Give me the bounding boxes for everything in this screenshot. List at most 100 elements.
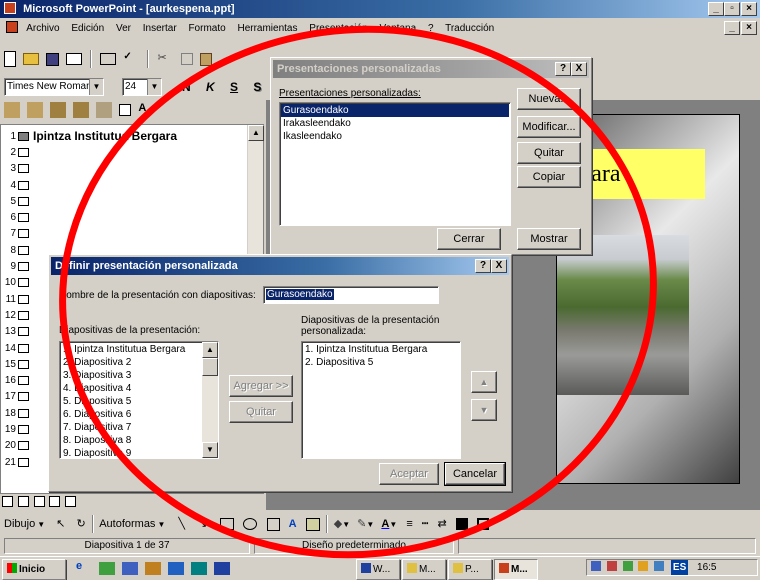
- tray-antivirus-icon[interactable]: [622, 561, 633, 571]
- source-slide-item[interactable]: 9. Diapositiva 9: [61, 447, 217, 460]
- demote-icon[interactable]: [27, 102, 44, 118]
- custom-show-item[interactable]: Gurasoendako: [281, 104, 509, 117]
- outline-view-icon[interactable]: [17, 496, 29, 507]
- source-slide-item[interactable]: 2. Diapositiva 2: [61, 356, 217, 369]
- normal-view-icon[interactable]: [2, 496, 13, 507]
- custom-shows-close-button[interactable]: X: [571, 62, 587, 76]
- app-icon[interactable]: [191, 561, 208, 575]
- source-slide-item[interactable]: 6. Diapositiva 6: [61, 408, 217, 421]
- slide-icon[interactable]: [18, 147, 29, 157]
- target-slide-item[interactable]: 1. Ipintza Institutua Bergara: [303, 343, 459, 356]
- wordart-icon[interactable]: A: [289, 518, 297, 530]
- cancel-button[interactable]: Cancelar: [444, 462, 506, 486]
- slide-icon[interactable]: [18, 196, 29, 206]
- menu-ver[interactable]: Ver: [116, 23, 131, 34]
- slide-icon[interactable]: [18, 131, 29, 141]
- outline-slide-row[interactable]: 5: [3, 193, 263, 209]
- minimize-button[interactable]: _: [708, 2, 724, 16]
- outline-slide-row[interactable]: 4: [3, 177, 263, 193]
- start-button[interactable]: Inicio: [2, 559, 66, 580]
- move-down-button[interactable]: ▼: [471, 399, 497, 421]
- slide-icon[interactable]: [18, 278, 29, 288]
- outlook-icon[interactable]: [122, 561, 139, 575]
- collapse-icon[interactable]: [96, 102, 113, 118]
- scroll-up-icon[interactable]: ▲: [248, 125, 264, 141]
- slide-icon[interactable]: [18, 359, 29, 369]
- ie-icon[interactable]: e: [76, 560, 92, 576]
- outline-slide-title[interactable]: Ipintza Institutua Bergara: [33, 129, 177, 143]
- menu-herramientas[interactable]: Herramientas: [237, 23, 297, 34]
- new-show-button[interactable]: Nueva...: [517, 88, 581, 110]
- open-icon[interactable]: [23, 53, 40, 65]
- move-up-button[interactable]: ▲: [471, 371, 497, 393]
- dash-style-icon[interactable]: ┅: [422, 518, 429, 530]
- show-button[interactable]: Mostrar: [517, 228, 581, 250]
- move-down-icon[interactable]: [73, 102, 90, 118]
- remove-slide-button[interactable]: Quitar: [229, 401, 293, 423]
- slide-icon[interactable]: [18, 457, 29, 467]
- source-slide-item[interactable]: 4. Diapositiva 4: [61, 382, 217, 395]
- slide-icon[interactable]: [18, 343, 29, 353]
- source-slide-item[interactable]: 7. Diapositiva 7: [61, 421, 217, 434]
- slide-icon[interactable]: [18, 424, 29, 434]
- outline-slide-row[interactable]: 3: [3, 161, 263, 177]
- desktop-icon[interactable]: [99, 561, 116, 575]
- copy-show-button[interactable]: Copiar: [517, 166, 581, 188]
- word-icon[interactable]: [214, 561, 231, 575]
- outline-slide-row[interactable]: 7: [3, 226, 263, 242]
- slide-icon[interactable]: [18, 408, 29, 418]
- tray-app-icon[interactable]: [638, 561, 649, 571]
- source-slide-item[interactable]: 1. Ipintza Institutua Bergara: [61, 343, 217, 356]
- target-slide-item[interactable]: 2. Diapositiva 5: [303, 356, 459, 369]
- tray-clock[interactable]: 16:5: [697, 562, 716, 573]
- show-format-icon[interactable]: A: [138, 102, 154, 118]
- slide-icon[interactable]: [18, 164, 29, 174]
- line-icon[interactable]: ╲: [178, 518, 185, 530]
- slide-icon[interactable]: [18, 392, 29, 402]
- task-button-1[interactable]: W...: [356, 559, 400, 580]
- menu-insertar[interactable]: Insertar: [143, 23, 177, 34]
- source-slide-item[interactable]: 8. Diapositiva 8: [61, 434, 217, 447]
- slide-icon[interactable]: [18, 441, 29, 451]
- clipart-icon[interactable]: [305, 517, 320, 531]
- new-icon[interactable]: [4, 51, 16, 67]
- tray-calendar-icon[interactable]: [654, 561, 665, 571]
- source-slide-item[interactable]: 3. Diapositiva 3: [61, 369, 217, 382]
- oval-icon[interactable]: [243, 518, 258, 531]
- close-button[interactable]: ×: [741, 2, 757, 16]
- slide-icon[interactable]: [18, 376, 29, 386]
- font-select[interactable]: Times New Roman ▼: [4, 78, 104, 96]
- define-close-button[interactable]: X: [491, 259, 507, 273]
- doc-minimize-button[interactable]: _: [724, 21, 740, 35]
- slide-view-icon[interactable]: [33, 496, 45, 507]
- source-scroll-up-icon[interactable]: ▲: [202, 342, 218, 358]
- paste-icon[interactable]: [199, 52, 212, 66]
- edit-show-button[interactable]: Modificar...: [517, 116, 581, 138]
- target-slides-list[interactable]: 1. Ipintza Institutua Bergara 2. Diaposit…: [301, 341, 461, 459]
- menu-edicion[interactable]: Edición: [71, 23, 104, 34]
- maximize-button[interactable]: ▫: [724, 2, 740, 16]
- cut-icon[interactable]: ✂: [158, 51, 174, 67]
- font-size-select[interactable]: 24 ▼: [122, 78, 162, 96]
- slide-icon[interactable]: [18, 213, 29, 223]
- menu-presentacion[interactable]: Presentación: [309, 23, 367, 34]
- task-button-4-active[interactable]: M...: [494, 559, 538, 580]
- media-icon[interactable]: [145, 561, 162, 575]
- slide-icon[interactable]: [18, 327, 29, 337]
- custom-show-item[interactable]: Ikasleendako: [281, 130, 509, 143]
- add-slide-button[interactable]: Agregar >>: [229, 375, 293, 397]
- save-icon[interactable]: [46, 52, 60, 66]
- source-slides-list[interactable]: 1. Ipintza Institutua Bergara 2. Diaposit…: [59, 341, 219, 459]
- slide-icon[interactable]: [18, 294, 29, 304]
- outline-slide-row[interactable]: 2: [3, 144, 263, 160]
- custom-shows-help-button[interactable]: ?: [555, 62, 571, 76]
- bold-button[interactable]: N: [182, 80, 191, 94]
- remove-show-button[interactable]: Quitar: [517, 142, 581, 164]
- underline-button[interactable]: S: [230, 80, 238, 94]
- outline-slide-row[interactable]: 6: [3, 209, 263, 225]
- menu-archivo[interactable]: Archivo: [26, 23, 59, 34]
- tray-language-indicator[interactable]: ES: [670, 560, 689, 575]
- 3d-icon[interactable]: [476, 518, 489, 531]
- menu-formato[interactable]: Formato: [188, 23, 225, 34]
- tray-volume-icon[interactable]: [606, 561, 617, 571]
